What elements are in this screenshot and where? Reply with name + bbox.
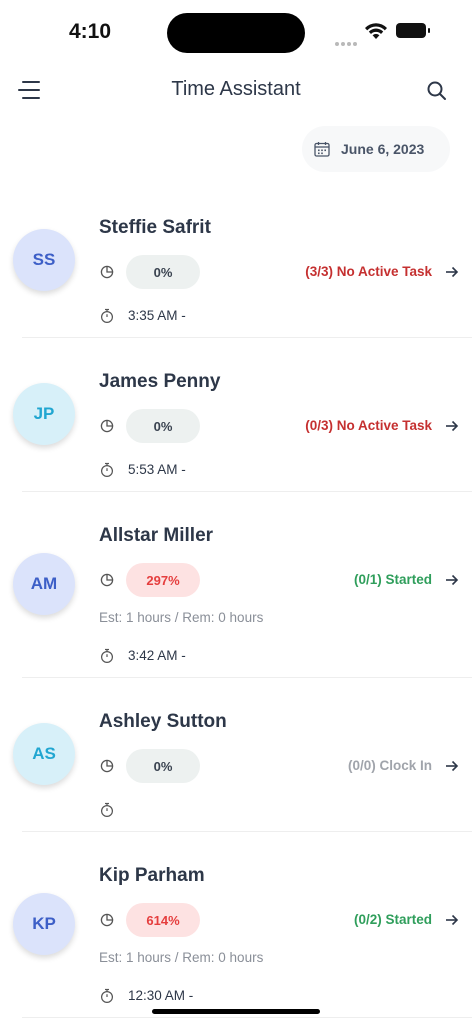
date-picker-button[interactable]: June 6, 2023 bbox=[302, 126, 450, 172]
clock-in-time: 5:53 AM - bbox=[128, 462, 186, 477]
task-status: (0/1) Started bbox=[353, 572, 432, 587]
wifi-icon bbox=[365, 23, 387, 39]
divider bbox=[22, 337, 472, 338]
dynamic-island bbox=[167, 13, 305, 53]
stopwatch-icon bbox=[100, 462, 114, 478]
avatar: KP bbox=[13, 893, 75, 955]
cellular-signal-icon bbox=[335, 33, 359, 51]
employee-name: Kip Parham bbox=[99, 865, 205, 886]
stopwatch-icon bbox=[100, 308, 114, 324]
status-time: 4:10 bbox=[69, 20, 112, 43]
app-header: Time Assistant bbox=[0, 64, 472, 116]
divider bbox=[22, 831, 472, 832]
employee-card[interactable]: JP James Penny 0% (0/3) No Active Task 5… bbox=[0, 354, 472, 492]
employee-card[interactable]: AS Ashley Sutton 0% (0/0) Clock In bbox=[0, 694, 472, 832]
employee-name: James Penny bbox=[99, 371, 221, 392]
clock-in-time: 3:35 AM - bbox=[128, 308, 186, 323]
employee-name: Steffie Safrit bbox=[99, 217, 211, 238]
employee-card[interactable]: KP Kip Parham 614% (0/2) Started Est: 1 … bbox=[0, 848, 472, 1018]
progress-percent-badge: 614% bbox=[126, 903, 200, 937]
avatar: AM bbox=[13, 553, 75, 615]
avatar: AS bbox=[13, 723, 75, 785]
employee-name: Allstar Miller bbox=[99, 525, 214, 546]
employee-name: Ashley Sutton bbox=[99, 711, 227, 732]
arrow-right-icon[interactable] bbox=[444, 913, 460, 927]
employee-card[interactable]: SS Steffie Safrit 0% (3/3) No Active Tas… bbox=[0, 200, 472, 338]
divider bbox=[22, 491, 472, 492]
progress-pie-icon bbox=[100, 265, 114, 279]
progress-pie-icon bbox=[100, 573, 114, 587]
arrow-right-icon[interactable] bbox=[444, 573, 460, 587]
home-indicator[interactable] bbox=[152, 1009, 320, 1014]
clock-in-time: 12:30 AM - bbox=[128, 988, 194, 1003]
divider bbox=[22, 677, 472, 678]
progress-percent-badge: 0% bbox=[126, 409, 200, 443]
avatar: SS bbox=[13, 229, 75, 291]
progress-pie-icon bbox=[100, 419, 114, 433]
battery-icon bbox=[396, 23, 430, 38]
task-status: (0/2) Started bbox=[353, 912, 432, 927]
calendar-icon bbox=[314, 142, 330, 157]
stopwatch-icon bbox=[100, 648, 114, 664]
selected-date: June 6, 2023 bbox=[341, 141, 425, 157]
task-status: (3/3) No Active Task bbox=[305, 264, 432, 279]
arrow-right-icon[interactable] bbox=[444, 759, 460, 773]
progress-pie-icon bbox=[100, 759, 114, 773]
employee-card[interactable]: AM Allstar Miller 297% (0/1) Started Est… bbox=[0, 508, 472, 678]
estimate-remaining-text: Est: 1 hours / Rem: 0 hours bbox=[99, 610, 264, 625]
progress-percent-badge: 0% bbox=[126, 255, 200, 289]
divider bbox=[22, 1017, 472, 1018]
task-status: (0/3) No Active Task bbox=[305, 418, 432, 433]
status-bar: 4:10 bbox=[0, 0, 472, 64]
arrow-right-icon[interactable] bbox=[444, 265, 460, 279]
estimate-remaining-text: Est: 1 hours / Rem: 0 hours bbox=[99, 950, 264, 965]
avatar: JP bbox=[13, 383, 75, 445]
arrow-right-icon[interactable] bbox=[444, 419, 460, 433]
progress-percent-badge: 0% bbox=[126, 749, 200, 783]
stopwatch-icon bbox=[100, 802, 114, 818]
search-icon[interactable] bbox=[424, 78, 450, 104]
clock-in-time: 3:42 AM - bbox=[128, 648, 186, 663]
page-title: Time Assistant bbox=[171, 78, 301, 100]
progress-pie-icon bbox=[100, 913, 114, 927]
task-status: (0/0) Clock In bbox=[347, 758, 432, 773]
progress-percent-badge: 297% bbox=[126, 563, 200, 597]
stopwatch-icon bbox=[100, 988, 114, 1004]
